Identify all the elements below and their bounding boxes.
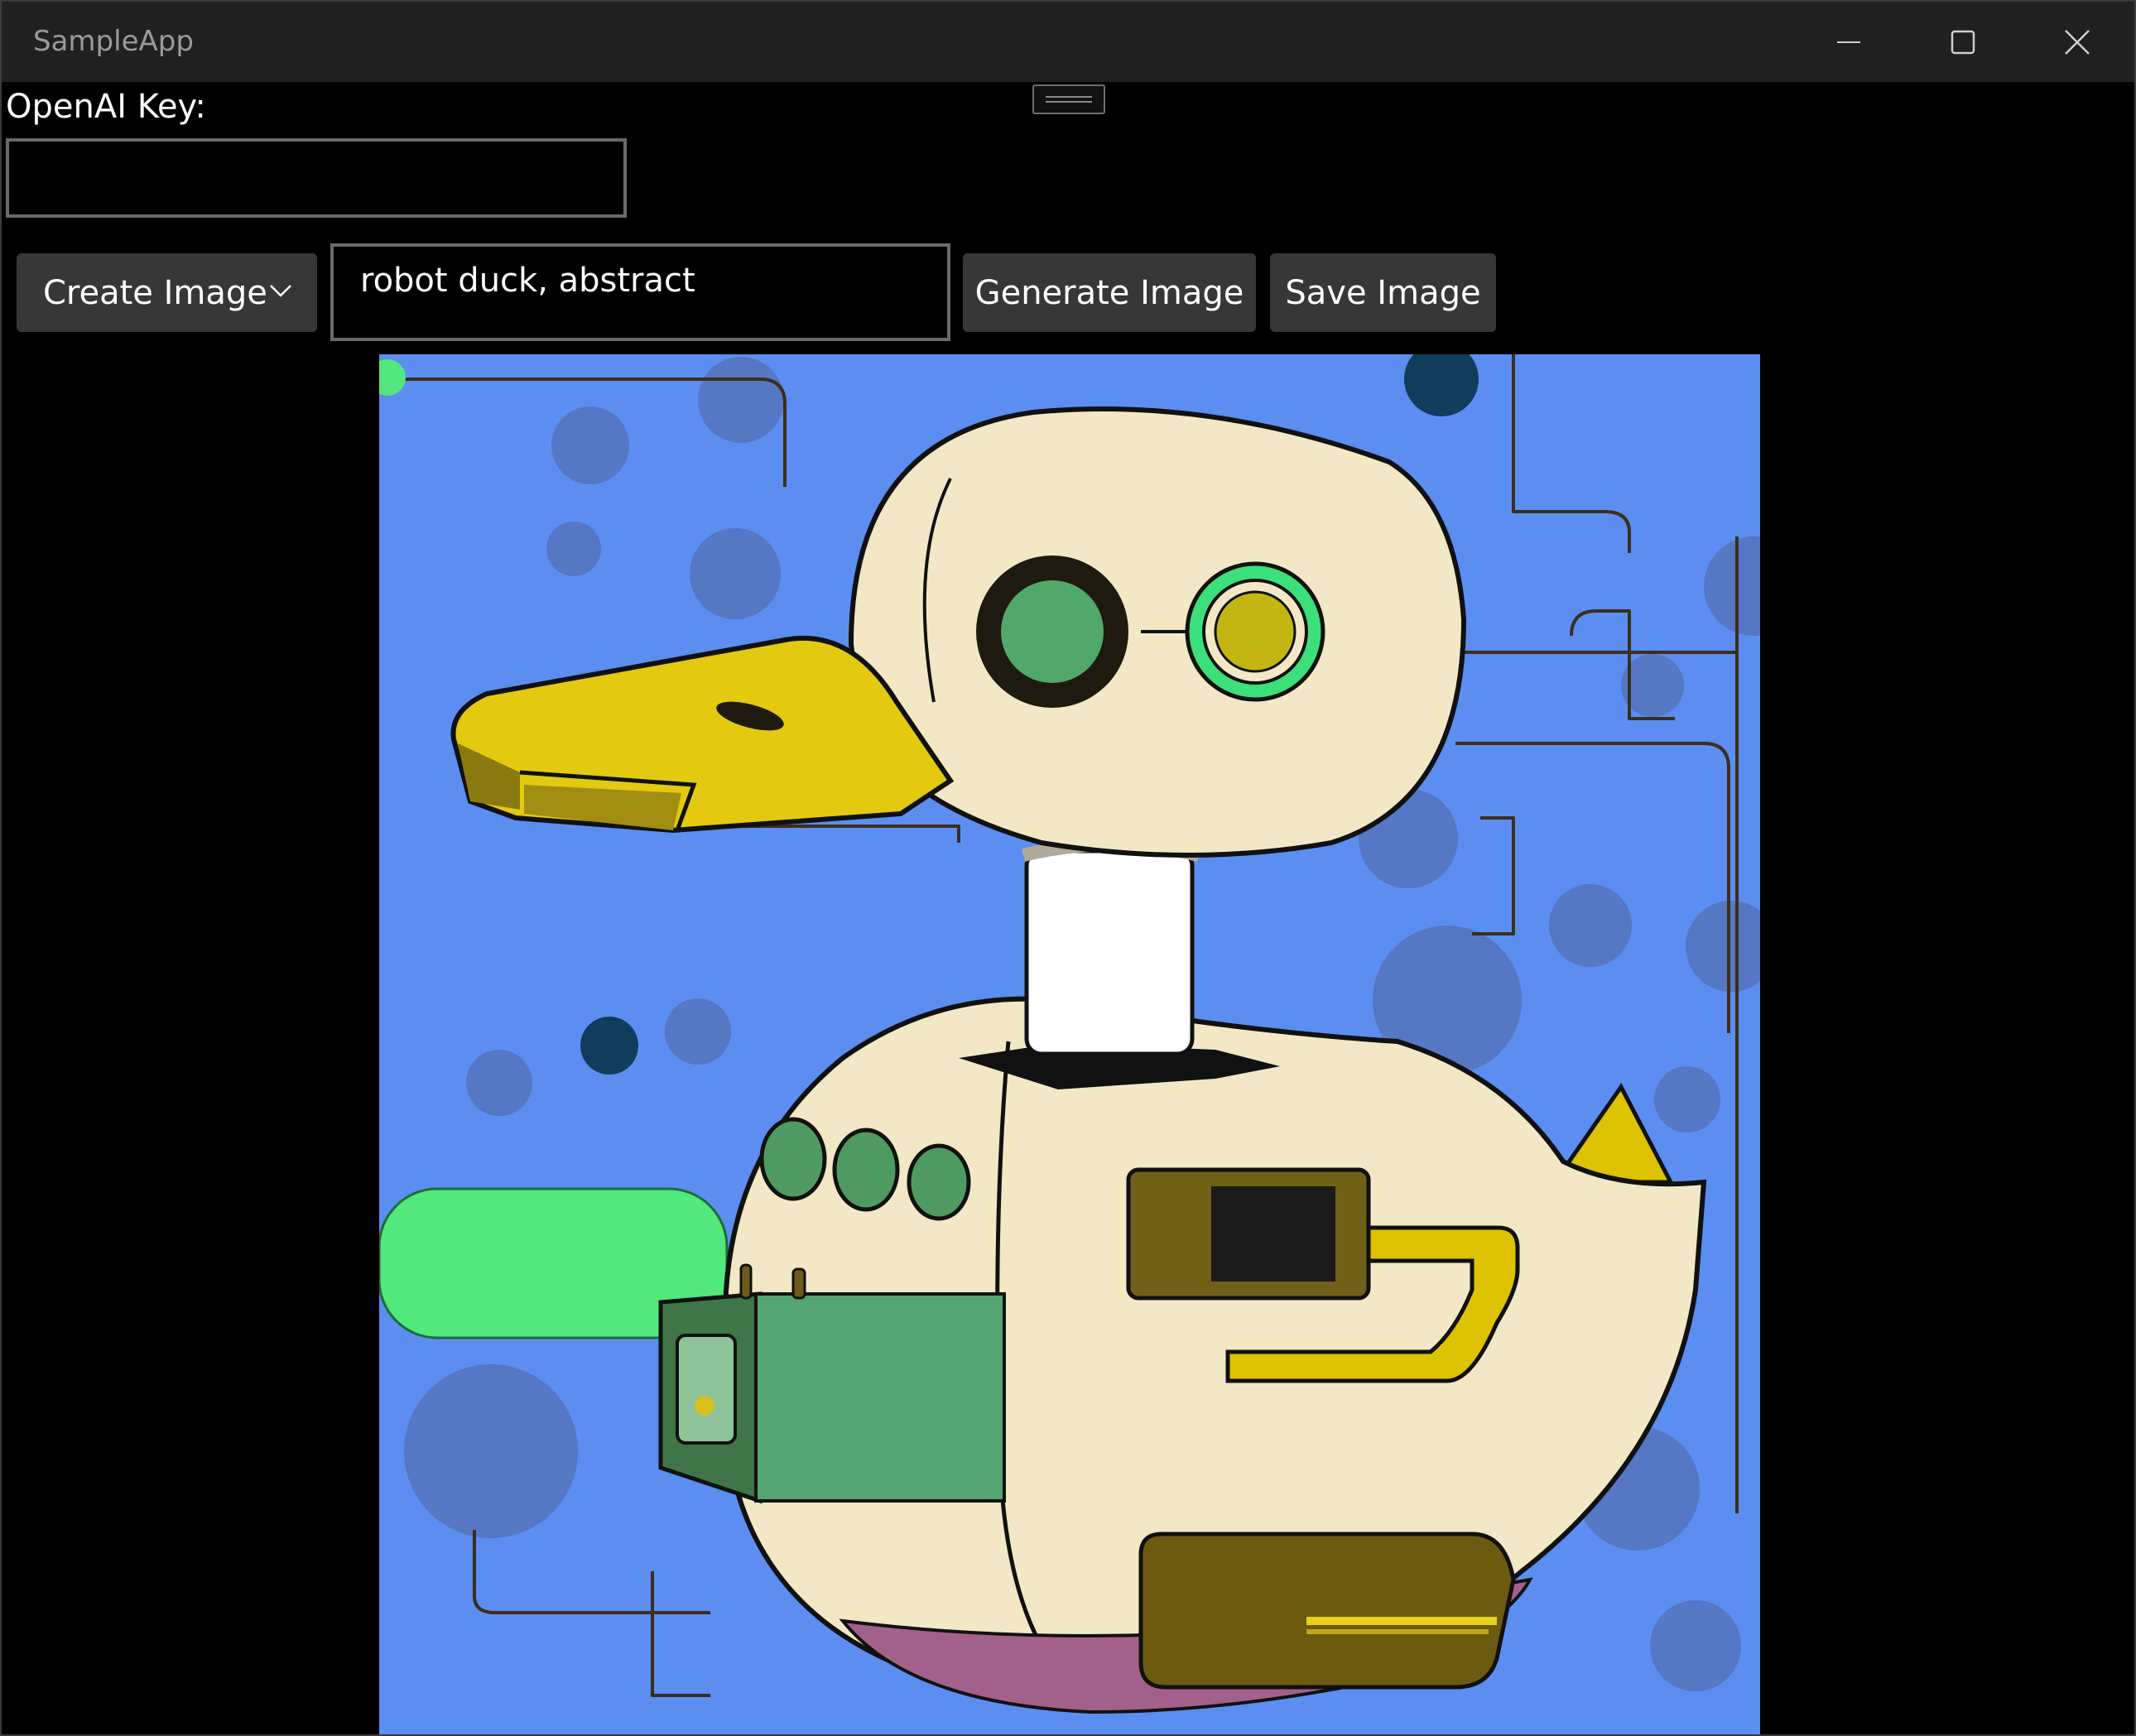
prompt-input[interactable]: robot duck, abstract bbox=[330, 243, 950, 341]
maximize-button[interactable] bbox=[1906, 2, 2020, 82]
maximize-icon bbox=[1951, 30, 1975, 54]
minimize-icon bbox=[1837, 41, 1860, 43]
openai-key-label: OpenAI Key: bbox=[6, 88, 206, 126]
mode-dropdown-value: Create Image bbox=[43, 273, 267, 312]
generate-image-button[interactable]: Generate Image bbox=[963, 253, 1256, 332]
prompt-text: robot duck, abstract bbox=[360, 262, 695, 300]
close-icon bbox=[2065, 29, 2090, 55]
save-image-button[interactable]: Save Image bbox=[1270, 253, 1496, 332]
close-button[interactable] bbox=[2020, 2, 2134, 82]
generated-image bbox=[379, 354, 1760, 1734]
title-bar[interactable]: SampleApp bbox=[2, 2, 2134, 82]
window-title: SampleApp bbox=[33, 25, 194, 58]
minimize-button[interactable] bbox=[1792, 2, 1906, 82]
robot-duck-illustration bbox=[379, 354, 1760, 1734]
mode-dropdown[interactable]: Create Image bbox=[17, 253, 317, 332]
chevron-down-icon bbox=[270, 285, 291, 297]
drag-handle[interactable] bbox=[1032, 84, 1105, 114]
app-window: SampleApp OpenAI Key: Create Image robot… bbox=[0, 0, 2136, 1736]
openai-key-input[interactable] bbox=[6, 138, 627, 218]
